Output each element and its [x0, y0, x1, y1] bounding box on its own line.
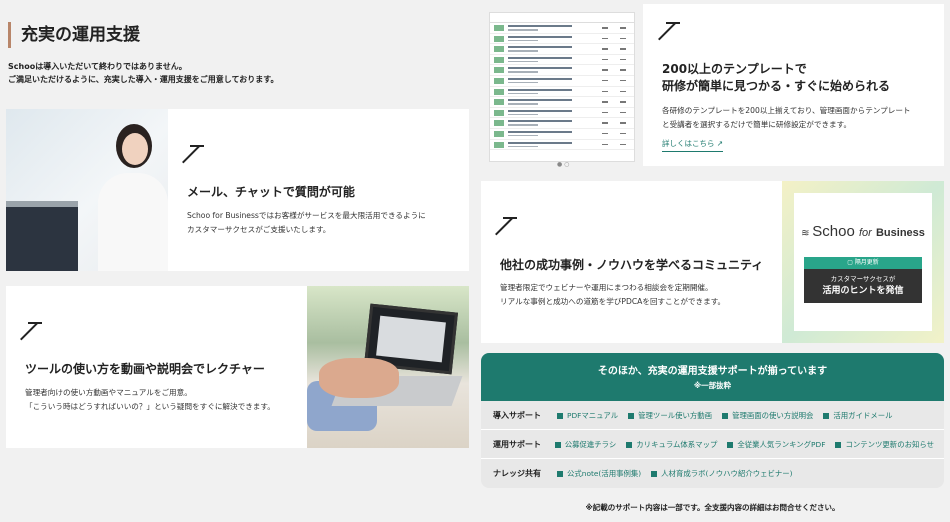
support-row-label: 導入サポート: [493, 410, 541, 420]
desc-line: リアルな事例と成功への道筋を学びPDCAを回すことができます。: [500, 297, 726, 306]
update-tag: ▢ 隔月更新: [804, 257, 922, 269]
video-card-desc: 管理者向けの使い方動画やマニュアルをご用意。 「こういう時はどうすればいいの？」…: [25, 386, 275, 414]
support-row: 導入サポート PDFマニュアル 管理ツール使い方動画 管理画面の使い方説明会 活…: [481, 401, 944, 430]
tag-label: 隔月更新: [854, 259, 879, 266]
slash-mark-icon: [503, 217, 523, 237]
support-row-label: 運用サポート: [493, 439, 541, 449]
slash-mark-icon: [190, 145, 210, 165]
support-item: 管理画面の使い方説明会: [722, 410, 813, 421]
support-item: PDFマニュアル: [557, 410, 618, 421]
title-line: 200以上のテンプレートで: [662, 62, 807, 76]
details-link[interactable]: 詳しくはこちら ↗: [662, 138, 724, 152]
community-card: 他社の成功事例・ノウハウを学べるコミュニティ 管理者限定でウェビナーや運用にまつ…: [481, 181, 944, 343]
logo-main: Schoo: [812, 223, 855, 240]
desc-line: と受講者を選択するだけで簡単に研修設定ができます。: [662, 120, 852, 129]
community-card-title: 他社の成功事例・ノウハウを学べるコミュニティ: [500, 258, 764, 272]
community-card-desc: 管理者限定でウェビナーや運用にまつわる相談会を定期開催。 リアルな事例と成功への…: [500, 281, 725, 309]
slash-mark-icon: [666, 22, 686, 42]
support-item: 全従業人気ランキングPDF: [727, 439, 825, 450]
desc-line: 各研修のテンプレートを200以上揃えており、管理画面からテンプレート: [662, 106, 911, 115]
section-title: 充実の運用支援: [8, 22, 140, 48]
logo-for: for: [858, 227, 872, 239]
desc-line: 管理者向けの使い方動画やマニュアルをご用意。: [25, 388, 192, 397]
logo-waves-icon: ≋: [801, 228, 813, 239]
schoo-business-logo: ≋ Schoo for Business: [794, 223, 932, 240]
laptop-hands-photo: [307, 286, 469, 448]
hint-line-strong: 活用のヒントを発信: [822, 286, 904, 296]
woman-laptop-photo: [6, 109, 168, 271]
template-card: ● ○ 200以上のテンプレートで 研修が簡単に見つかる・すぐに始められる 各研…: [481, 4, 944, 168]
title-line: 研修が簡単に見つかる・すぐに始められる: [662, 79, 891, 93]
desc-line: カスタマーサクセスがご支援いたします。: [187, 225, 331, 234]
hint-box: カスタマーサクセスが 活用のヒントを発信: [804, 269, 922, 303]
section-intro: Schooは導入いただいて終わりではありません。 ご満足いただけるように、充実し…: [8, 60, 278, 86]
chat-support-card: メール、チャットで質問が可能 Schoo for Businessではお客様がサ…: [6, 109, 469, 271]
community-banner: ≋ Schoo for Business ▢ 隔月更新 カスタマーサクセスが 活…: [782, 181, 944, 343]
video-card-title: ツールの使い方を動画や説明会でレクチャー: [25, 362, 265, 376]
support-item: カリキュラム体系マップ: [626, 439, 717, 450]
desc-line: 管理者限定でウェビナーや運用にまつわる相談会を定期開催。: [500, 283, 713, 292]
slash-mark-icon: [28, 322, 48, 342]
video-lecture-card: ツールの使い方を動画や説明会でレクチャー 管理者向けの使い方動画やマニュアルをご…: [6, 286, 469, 448]
desc-line: 「こういう時はどうすればいいの？」という疑問をすぐに解決できます。: [25, 402, 275, 411]
support-row-label: ナレッジ共有: [493, 469, 541, 478]
support-row: ナレッジ共有 公式note(活用事例集) 人材育成ラボ(ノウハウ紹介ウェビナー): [481, 459, 944, 488]
chat-card-title: メール、チャットで質問が可能: [187, 185, 355, 199]
support-item: 活用ガイドメール: [823, 410, 892, 421]
support-table: そのほか、充実の運用支援サポートが揃っています ※一部抜粋 導入サポート PDF…: [481, 353, 944, 488]
template-card-title: 200以上のテンプレートで 研修が簡単に見つかる・すぐに始められる: [662, 61, 890, 95]
support-heading: そのほか、充実の運用支援サポートが揃っています ※一部抜粋: [481, 353, 944, 401]
support-item: 管理ツール使い方動画: [628, 410, 712, 421]
hint-line: カスタマーサクセスが: [830, 275, 896, 283]
support-item: 公式note(活用事例集): [557, 468, 641, 479]
footnote: ※記載のサポート内容は一部です。全支援内容の詳細はお問合せください。: [585, 503, 840, 512]
intro-line: Schooは導入いただいて終わりではありません。: [8, 62, 187, 71]
support-title: そのほか、充実の運用支援サポートが揃っています: [597, 366, 828, 377]
template-list-screenshot: [489, 12, 635, 162]
chat-card-desc: Schoo for Businessではお客様がサービスを最大限活用できるように…: [187, 209, 426, 237]
support-row: 運用サポート 公募促進チラシ カリキュラム体系マップ 全従業人気ランキングPDF…: [481, 430, 944, 459]
logo-business: Business: [875, 227, 925, 239]
support-item: コンテンツ更新のお知らせ: [835, 439, 934, 450]
template-list-image: ● ○: [481, 4, 643, 168]
support-subtitle: ※一部抜粋: [693, 381, 732, 390]
intro-line: ご満足いただけるように、充実した導入・運用支援をご用意しております。: [8, 75, 279, 84]
desc-line: Schoo for Businessではお客様がサービスを最大限活用できるように: [187, 211, 426, 220]
support-item: 公募促進チラシ: [555, 439, 617, 450]
carousel-dots[interactable]: ● ○: [557, 161, 569, 168]
support-item: 人材育成ラボ(ノウハウ紹介ウェビナー): [651, 468, 792, 479]
note-icon: ▢: [847, 259, 855, 266]
template-card-desc: 各研修のテンプレートを200以上揃えており、管理画面からテンプレート と受講者を…: [662, 104, 911, 132]
